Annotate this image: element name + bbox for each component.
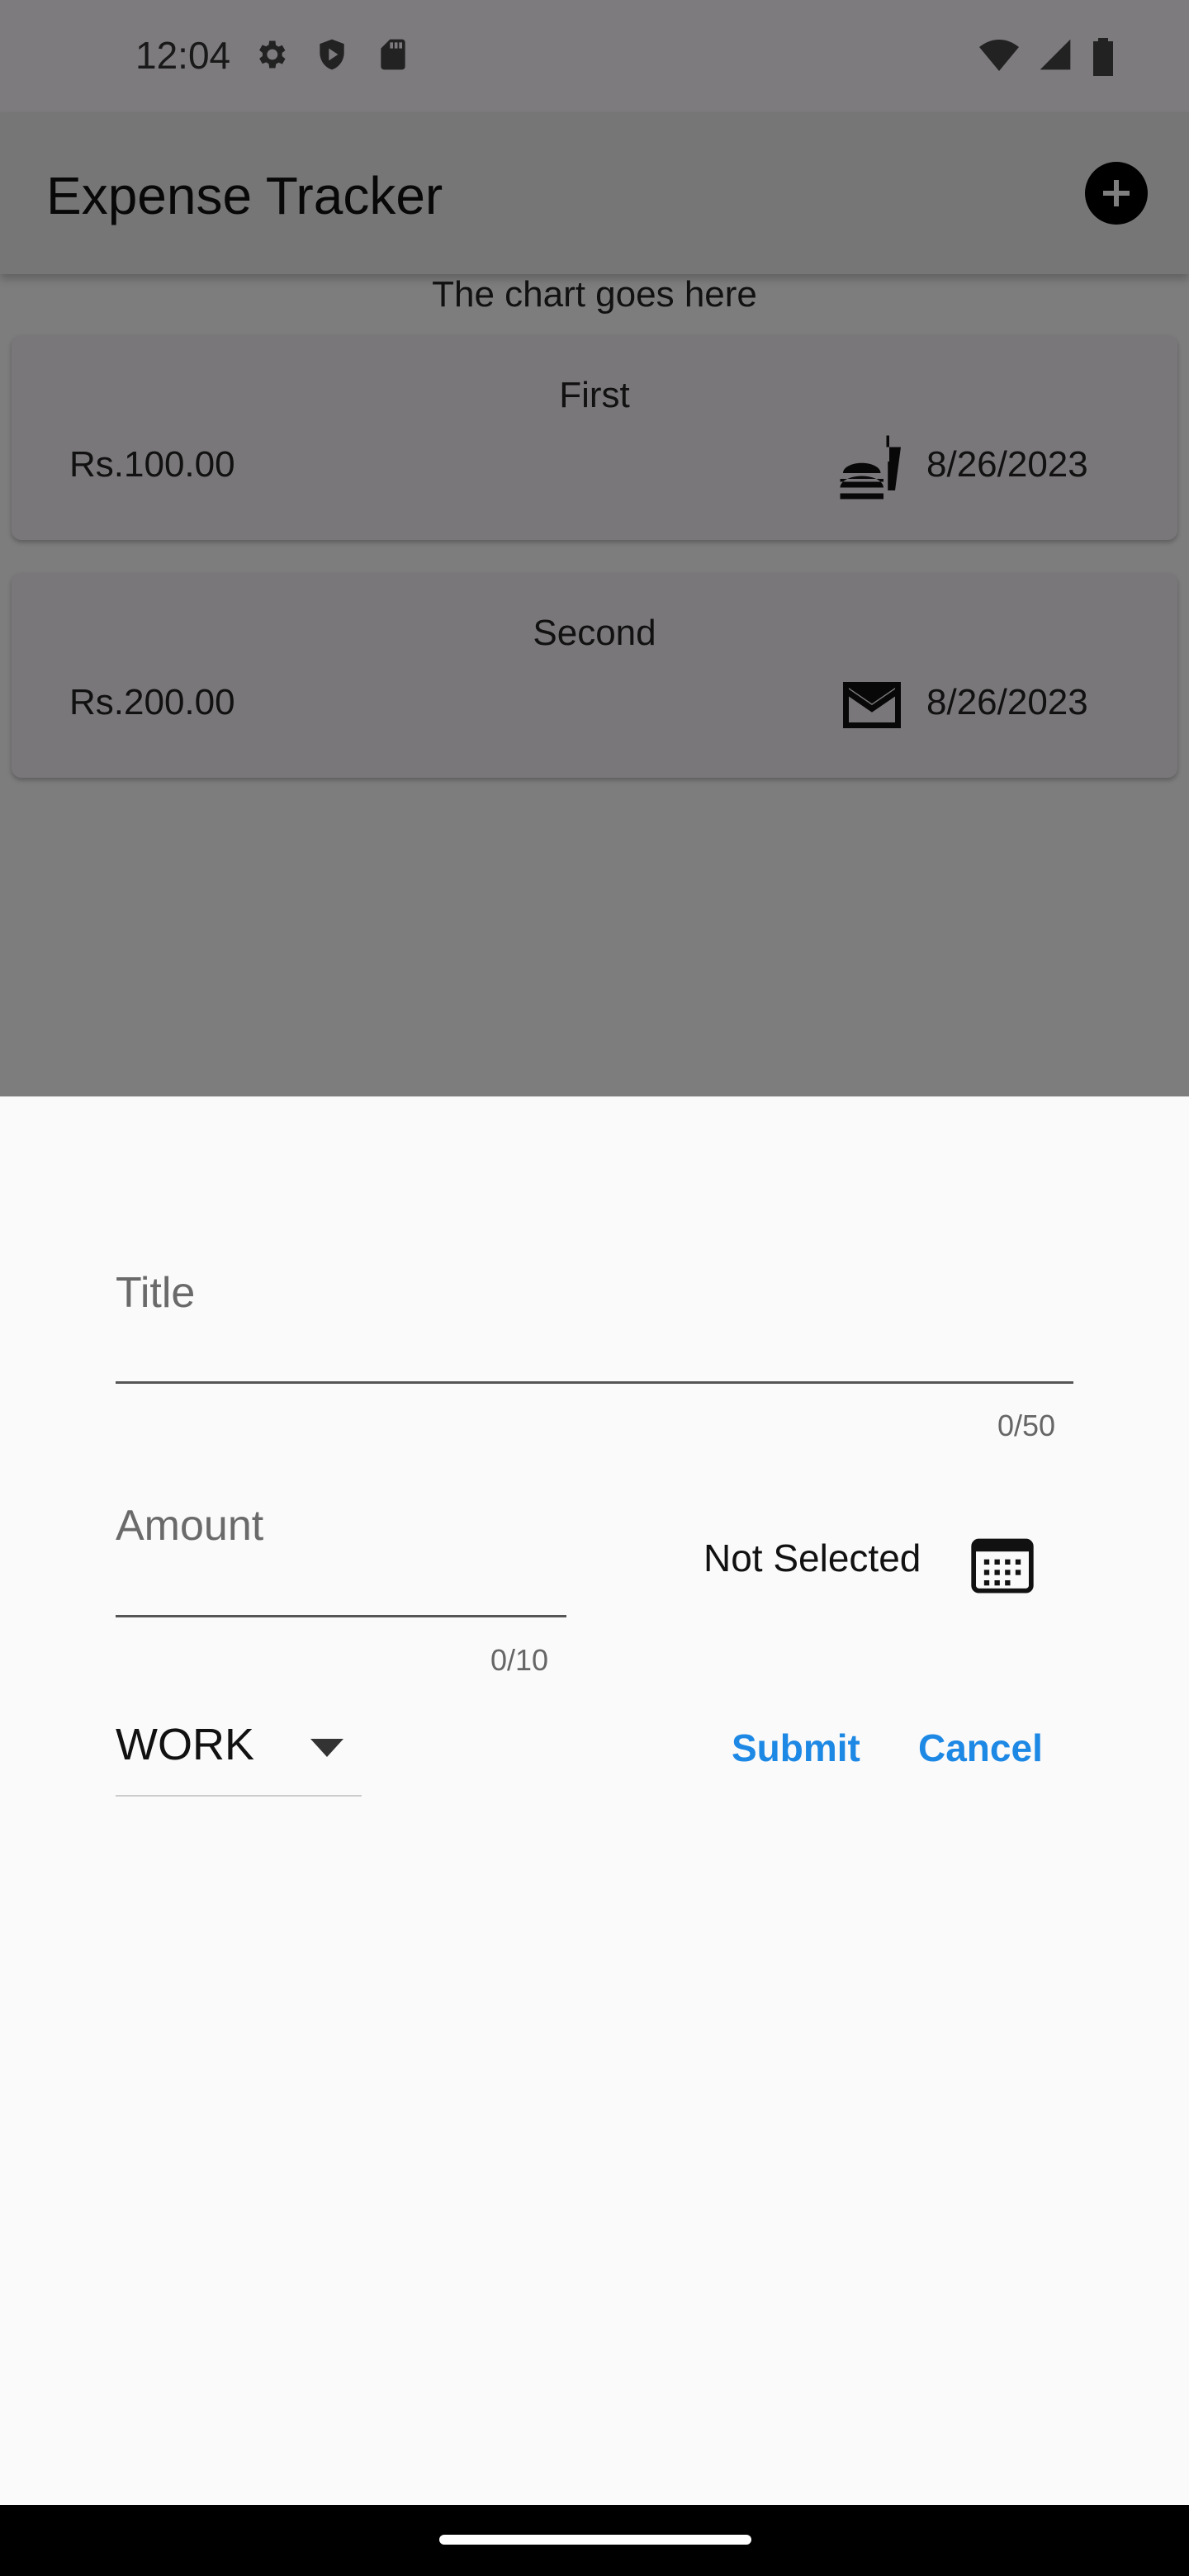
category-dropdown[interactable]: WORK — [116, 1716, 362, 1782]
title-input[interactable] — [116, 1381, 1073, 1384]
title-char-counter: 0/50 — [997, 1409, 1056, 1442]
new-expense-sheet: Title 0/50 Amount 0/10 Not Selected WORK… — [0, 1096, 1189, 2505]
category-value: WORK — [116, 1720, 254, 1769]
home-gesture-handle[interactable] — [439, 2535, 751, 2545]
dropdown-arrow-icon — [310, 1739, 343, 1757]
cancel-button[interactable]: Cancel — [918, 1726, 1043, 1770]
amount-char-counter: 0/10 — [490, 1643, 549, 1677]
selected-date-text: Not Selected — [703, 1537, 921, 1579]
calendar-icon[interactable] — [971, 1536, 1034, 1593]
amount-input[interactable] — [116, 1615, 566, 1617]
dropdown-underline — [116, 1795, 362, 1797]
modal-scrim[interactable] — [0, 0, 1189, 1096]
amount-field-label[interactable]: Amount — [116, 1501, 263, 1551]
submit-button[interactable]: Submit — [732, 1726, 860, 1770]
title-field-label[interactable]: Title — [116, 1268, 195, 1318]
navigation-bar — [0, 2505, 1189, 2576]
